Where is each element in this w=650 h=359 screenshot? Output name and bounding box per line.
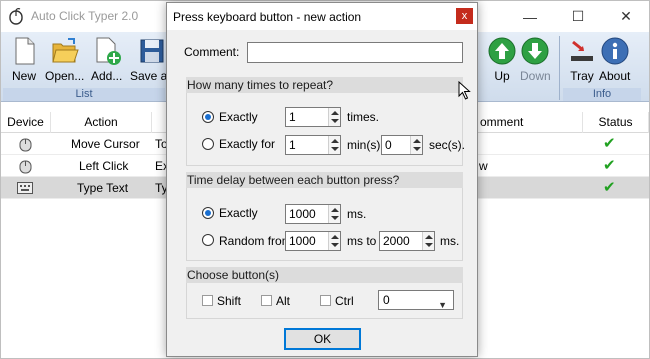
new-action-dialog: Press keyboard button - new action x Com… — [166, 2, 478, 357]
add-file-icon — [96, 37, 121, 65]
close-icon: ✕ — [620, 8, 632, 24]
spin-up-icon — [413, 139, 421, 143]
alt-label: Alt — [276, 294, 291, 308]
comment-label: Comment: — [184, 45, 240, 59]
seconds-label: sec(s). — [429, 138, 465, 152]
close-icon: x — [461, 10, 468, 22]
shift-checkbox[interactable] — [202, 295, 213, 306]
toolbar-separator — [559, 36, 560, 100]
minutes-label: min(s) — [347, 138, 381, 152]
repeat-exactly-label: Exactly — [219, 110, 258, 124]
new-file-icon — [15, 37, 35, 65]
repeat-times-stepper[interactable]: 1 — [285, 107, 341, 127]
comment-input[interactable] — [247, 42, 463, 63]
spin-down-icon — [331, 119, 339, 123]
spin-down-icon — [425, 243, 433, 247]
toolbar-group-list: List — [3, 88, 165, 101]
alt-checkbox[interactable] — [261, 295, 272, 306]
dialog-close-button[interactable]: x — [456, 8, 473, 24]
repeat-section-header: How many times to repeat? — [186, 77, 463, 93]
about-button[interactable]: About — [599, 36, 630, 83]
arrow-down-icon — [521, 37, 549, 65]
delay-exactly-label: Exactly — [219, 206, 258, 220]
shift-label: Shift — [217, 294, 242, 308]
buttons-section-header: Choose button(s) — [186, 267, 463, 283]
column-header-device[interactable]: Device — [1, 112, 51, 133]
repeat-seconds-stepper[interactable]: 0 — [381, 135, 423, 155]
ms-to-label: ms to — [347, 234, 377, 248]
status-check-icon: ✔ — [603, 135, 616, 152]
row-action: Left Click — [79, 159, 129, 173]
repeat-exactly-for-label: Exactly for — [219, 137, 276, 151]
folder-open-icon — [52, 38, 79, 63]
status-check-icon: ✔ — [603, 179, 616, 196]
spin-up-icon — [331, 235, 339, 239]
tray-icon — [571, 40, 593, 61]
mouse-device-icon — [19, 160, 32, 174]
repeat-exactly-for-radio[interactable] — [202, 138, 214, 150]
spin-up-icon — [331, 208, 339, 212]
chevron-down-icon: ▼ — [438, 300, 447, 310]
open-button[interactable]: Open... — [45, 36, 84, 83]
delay-random-radio[interactable] — [202, 234, 214, 246]
new-button[interactable]: New — [9, 36, 39, 83]
delay-exactly-radio[interactable] — [202, 207, 214, 219]
spin-down-icon — [413, 147, 421, 151]
repeat-exactly-radio[interactable] — [202, 111, 214, 123]
times-label: times. — [347, 110, 380, 124]
mouse-pointer-icon — [458, 81, 471, 100]
spin-down-icon — [331, 243, 339, 247]
spin-up-icon — [331, 139, 339, 143]
move-down-button[interactable]: Down — [520, 36, 551, 83]
row-action: Type Text — [77, 181, 129, 195]
spin-down-icon — [331, 216, 339, 220]
minimize-button[interactable]: — — [507, 1, 553, 32]
dialog-titlebar: Press keyboard button - new action x — [167, 3, 477, 30]
spin-down-icon — [331, 147, 339, 151]
delay-section-header: Time delay between each button press? — [186, 172, 463, 188]
column-header-comment[interactable]: omment — [472, 112, 583, 133]
delay-exactly-stepper[interactable]: 1000 — [285, 204, 341, 224]
spin-up-icon — [331, 111, 339, 115]
minimize-icon: — — [523, 8, 537, 25]
random-to-stepper[interactable]: 2000 — [379, 231, 435, 251]
add-button[interactable]: Add... — [91, 36, 122, 83]
maximize-button[interactable]: ☐ — [555, 1, 601, 32]
arrow-up-icon — [488, 37, 516, 65]
row-comment: w — [479, 159, 488, 173]
toolbar-group-info: Info — [563, 88, 641, 101]
random-from-label: Random from — [219, 234, 292, 248]
ctrl-checkbox[interactable] — [320, 295, 331, 306]
random-ms-label: ms. — [440, 234, 460, 248]
repeat-minutes-stepper[interactable]: 1 — [285, 135, 341, 155]
keyboard-device-icon — [17, 182, 33, 194]
info-icon — [601, 37, 629, 65]
dialog-title: Press keyboard button - new action — [173, 10, 362, 24]
column-header-status[interactable]: Status — [583, 112, 649, 133]
ctrl-label: Ctrl — [335, 294, 354, 308]
move-up-button[interactable]: Up — [487, 36, 517, 83]
floppy-disk-icon — [140, 39, 164, 63]
row-action: Move Cursor — [71, 137, 140, 151]
status-check-icon: ✔ — [603, 157, 616, 174]
key-select[interactable]: 0 ▼ — [378, 290, 454, 310]
mouse-app-icon — [9, 8, 23, 25]
tray-button[interactable]: Tray — [567, 36, 597, 83]
column-header-action[interactable]: Action — [51, 112, 152, 133]
repeat-section — [186, 93, 463, 166]
mouse-device-icon — [19, 138, 32, 152]
close-button[interactable]: ✕ — [603, 1, 649, 32]
spin-up-icon — [425, 235, 433, 239]
delay-ms-label: ms. — [347, 207, 367, 221]
random-from-stepper[interactable]: 1000 — [285, 231, 341, 251]
maximize-icon: ☐ — [571, 8, 585, 24]
main-window-title: Auto Click Typer 2.0 — [31, 9, 139, 23]
ok-button[interactable]: OK — [284, 328, 361, 350]
